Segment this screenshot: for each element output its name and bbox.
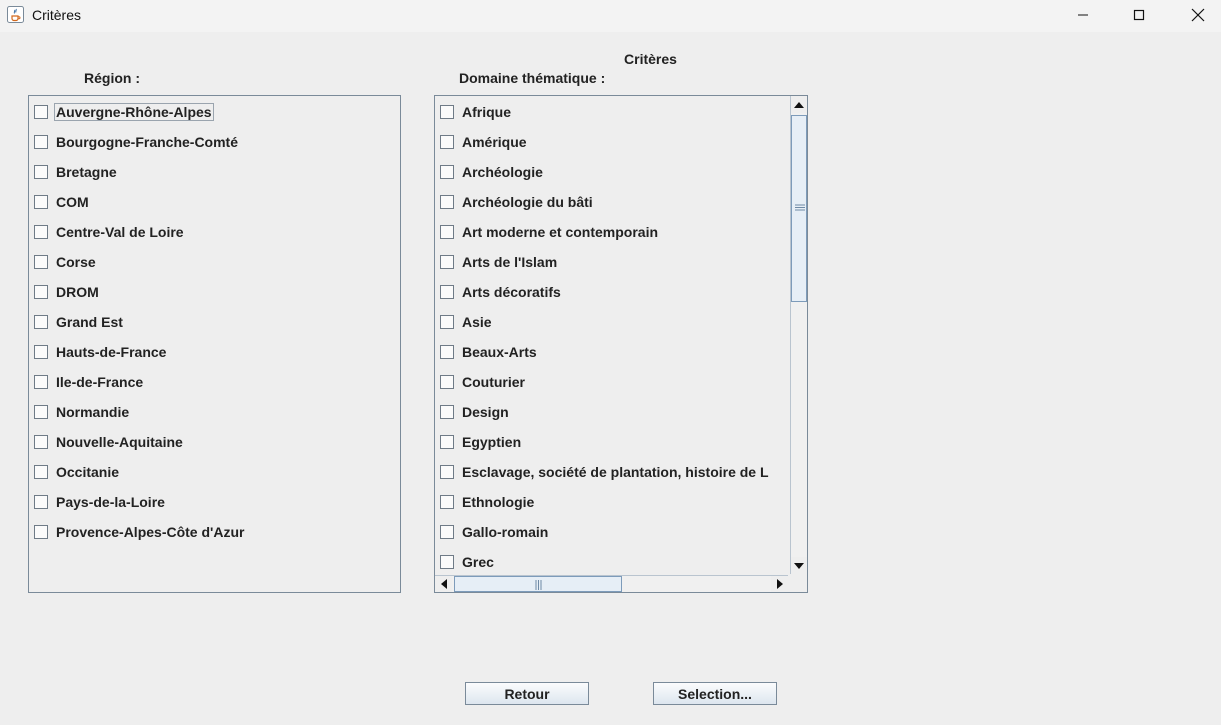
domaine-checkbox[interactable] [440, 255, 454, 269]
region-item-label: Ile-de-France [56, 374, 144, 390]
horizontal-scroll-thumb[interactable] [454, 576, 622, 592]
region-item-label: Occitanie [56, 464, 120, 480]
domaine-item-label: Archéologie du bâti [462, 194, 593, 210]
window-title: Critères [32, 7, 82, 23]
region-item-label: Pays-de-la-Loire [56, 494, 165, 510]
region-item-label: Normandie [56, 404, 130, 420]
domaine-item-label: Gallo-romain [462, 524, 549, 540]
region-list: Auvergne-Rhône-Alpes Bourgogne-Franche-Co… [28, 95, 401, 593]
java-app-icon [7, 6, 24, 23]
domaine-item-label: Amérique [462, 134, 527, 150]
region-checkbox[interactable] [34, 135, 48, 149]
domaine-item-label: Asie [462, 314, 492, 330]
domaine-item-label: Art moderne et contemporain [462, 224, 659, 240]
vertical-scroll-thumb[interactable] [791, 115, 807, 302]
domaine-list: Afrique Amérique Archéologie Archéologie du… [434, 95, 808, 593]
scroll-corner [790, 575, 807, 592]
region-checkbox[interactable] [34, 165, 48, 179]
region-checkbox[interactable] [34, 195, 48, 209]
region-checkbox[interactable] [34, 315, 48, 329]
arrow-down-icon [794, 562, 804, 569]
close-button[interactable] [1175, 0, 1221, 30]
domaine-checkbox[interactable] [440, 135, 454, 149]
region-item-label: Hauts-de-France [56, 344, 167, 360]
domaine-checkbox[interactable] [440, 525, 454, 539]
maximize-icon [1133, 9, 1145, 21]
minimize-icon [1078, 14, 1088, 16]
domaine-item-label: Arts de l'Islam [462, 254, 558, 270]
domaine-checkbox[interactable] [440, 405, 454, 419]
close-icon [1191, 8, 1205, 22]
window-titlebar: Critères [0, 0, 1221, 32]
region-checkbox[interactable] [34, 465, 48, 479]
scroll-right-button[interactable] [771, 576, 788, 592]
domaine-checkbox[interactable] [440, 225, 454, 239]
domaine-label: Domaine thématique : [459, 70, 606, 86]
scroll-up-button[interactable] [791, 96, 807, 113]
domaine-item-label: Couturier [462, 374, 525, 390]
arrow-left-icon [440, 579, 447, 589]
maximize-button[interactable] [1116, 0, 1162, 30]
domaine-checkbox[interactable] [440, 345, 454, 359]
domaine-item-label: Afrique [462, 104, 511, 120]
region-checkbox[interactable] [34, 525, 48, 539]
region-item-label: Provence-Alpes-Côte d'Azur [56, 524, 245, 540]
domaine-checkbox[interactable] [440, 105, 454, 119]
domaine-checkbox[interactable] [440, 165, 454, 179]
domaine-checkbox[interactable] [440, 495, 454, 509]
region-item-label: Corse [56, 254, 96, 270]
region-checkbox[interactable] [34, 375, 48, 389]
region-item-label: DROM [56, 284, 99, 300]
domaine-checkbox[interactable] [440, 375, 454, 389]
region-checkbox[interactable] [34, 495, 48, 509]
region-checkbox[interactable] [34, 285, 48, 299]
domaine-item-label: Esclavage, société de plantation, histoi… [462, 464, 769, 480]
domaine-item-label: Ethnologie [462, 494, 535, 510]
region-checkbox[interactable] [34, 345, 48, 359]
arrow-up-icon [794, 101, 804, 108]
region-item-label: Auvergne-Rhône-Alpes [54, 103, 214, 121]
scroll-left-button[interactable] [435, 576, 452, 592]
region-checkbox[interactable] [34, 225, 48, 239]
domaine-item-label: Grec [462, 554, 494, 570]
domaine-items: Afrique Amérique Archéologie Archéologie du… [435, 96, 788, 574]
domaine-checkbox[interactable] [440, 555, 454, 569]
region-label: Région : [84, 70, 140, 86]
region-item-label: Centre-Val de Loire [56, 224, 184, 240]
domaine-checkbox[interactable] [440, 465, 454, 479]
domaine-item-label: Arts décoratifs [462, 284, 561, 300]
vertical-scrollbar[interactable] [790, 96, 807, 574]
domaine-checkbox[interactable] [440, 315, 454, 329]
region-item-label: Bretagne [56, 164, 117, 180]
region-item-label: Nouvelle-Aquitaine [56, 434, 183, 450]
region-checkbox[interactable] [34, 405, 48, 419]
region-item-label: COM [56, 194, 89, 210]
region-checkbox[interactable] [34, 255, 48, 269]
selection-button[interactable]: Selection... [653, 682, 777, 705]
grip-icon [795, 204, 805, 211]
horizontal-scrollbar[interactable] [435, 575, 788, 592]
page-title: Critères [624, 51, 677, 67]
domaine-checkbox[interactable] [440, 435, 454, 449]
domaine-item-label: Archéologie [462, 164, 543, 180]
retour-button[interactable]: Retour [465, 682, 589, 705]
minimize-button[interactable] [1060, 0, 1106, 30]
arrow-right-icon [776, 579, 783, 589]
region-checkbox[interactable] [34, 435, 48, 449]
region-item-label: Grand Est [56, 314, 123, 330]
region-item-label: Bourgogne-Franche-Comté [56, 134, 238, 150]
scroll-down-button[interactable] [791, 557, 807, 574]
grip-icon [535, 580, 542, 590]
domaine-checkbox[interactable] [440, 195, 454, 209]
region-checkbox[interactable] [34, 105, 48, 119]
domaine-item-label: Beaux-Arts [462, 344, 537, 360]
domaine-item-label: Design [462, 404, 509, 420]
domaine-checkbox[interactable] [440, 285, 454, 299]
domaine-item-label: Egyptien [462, 434, 522, 450]
